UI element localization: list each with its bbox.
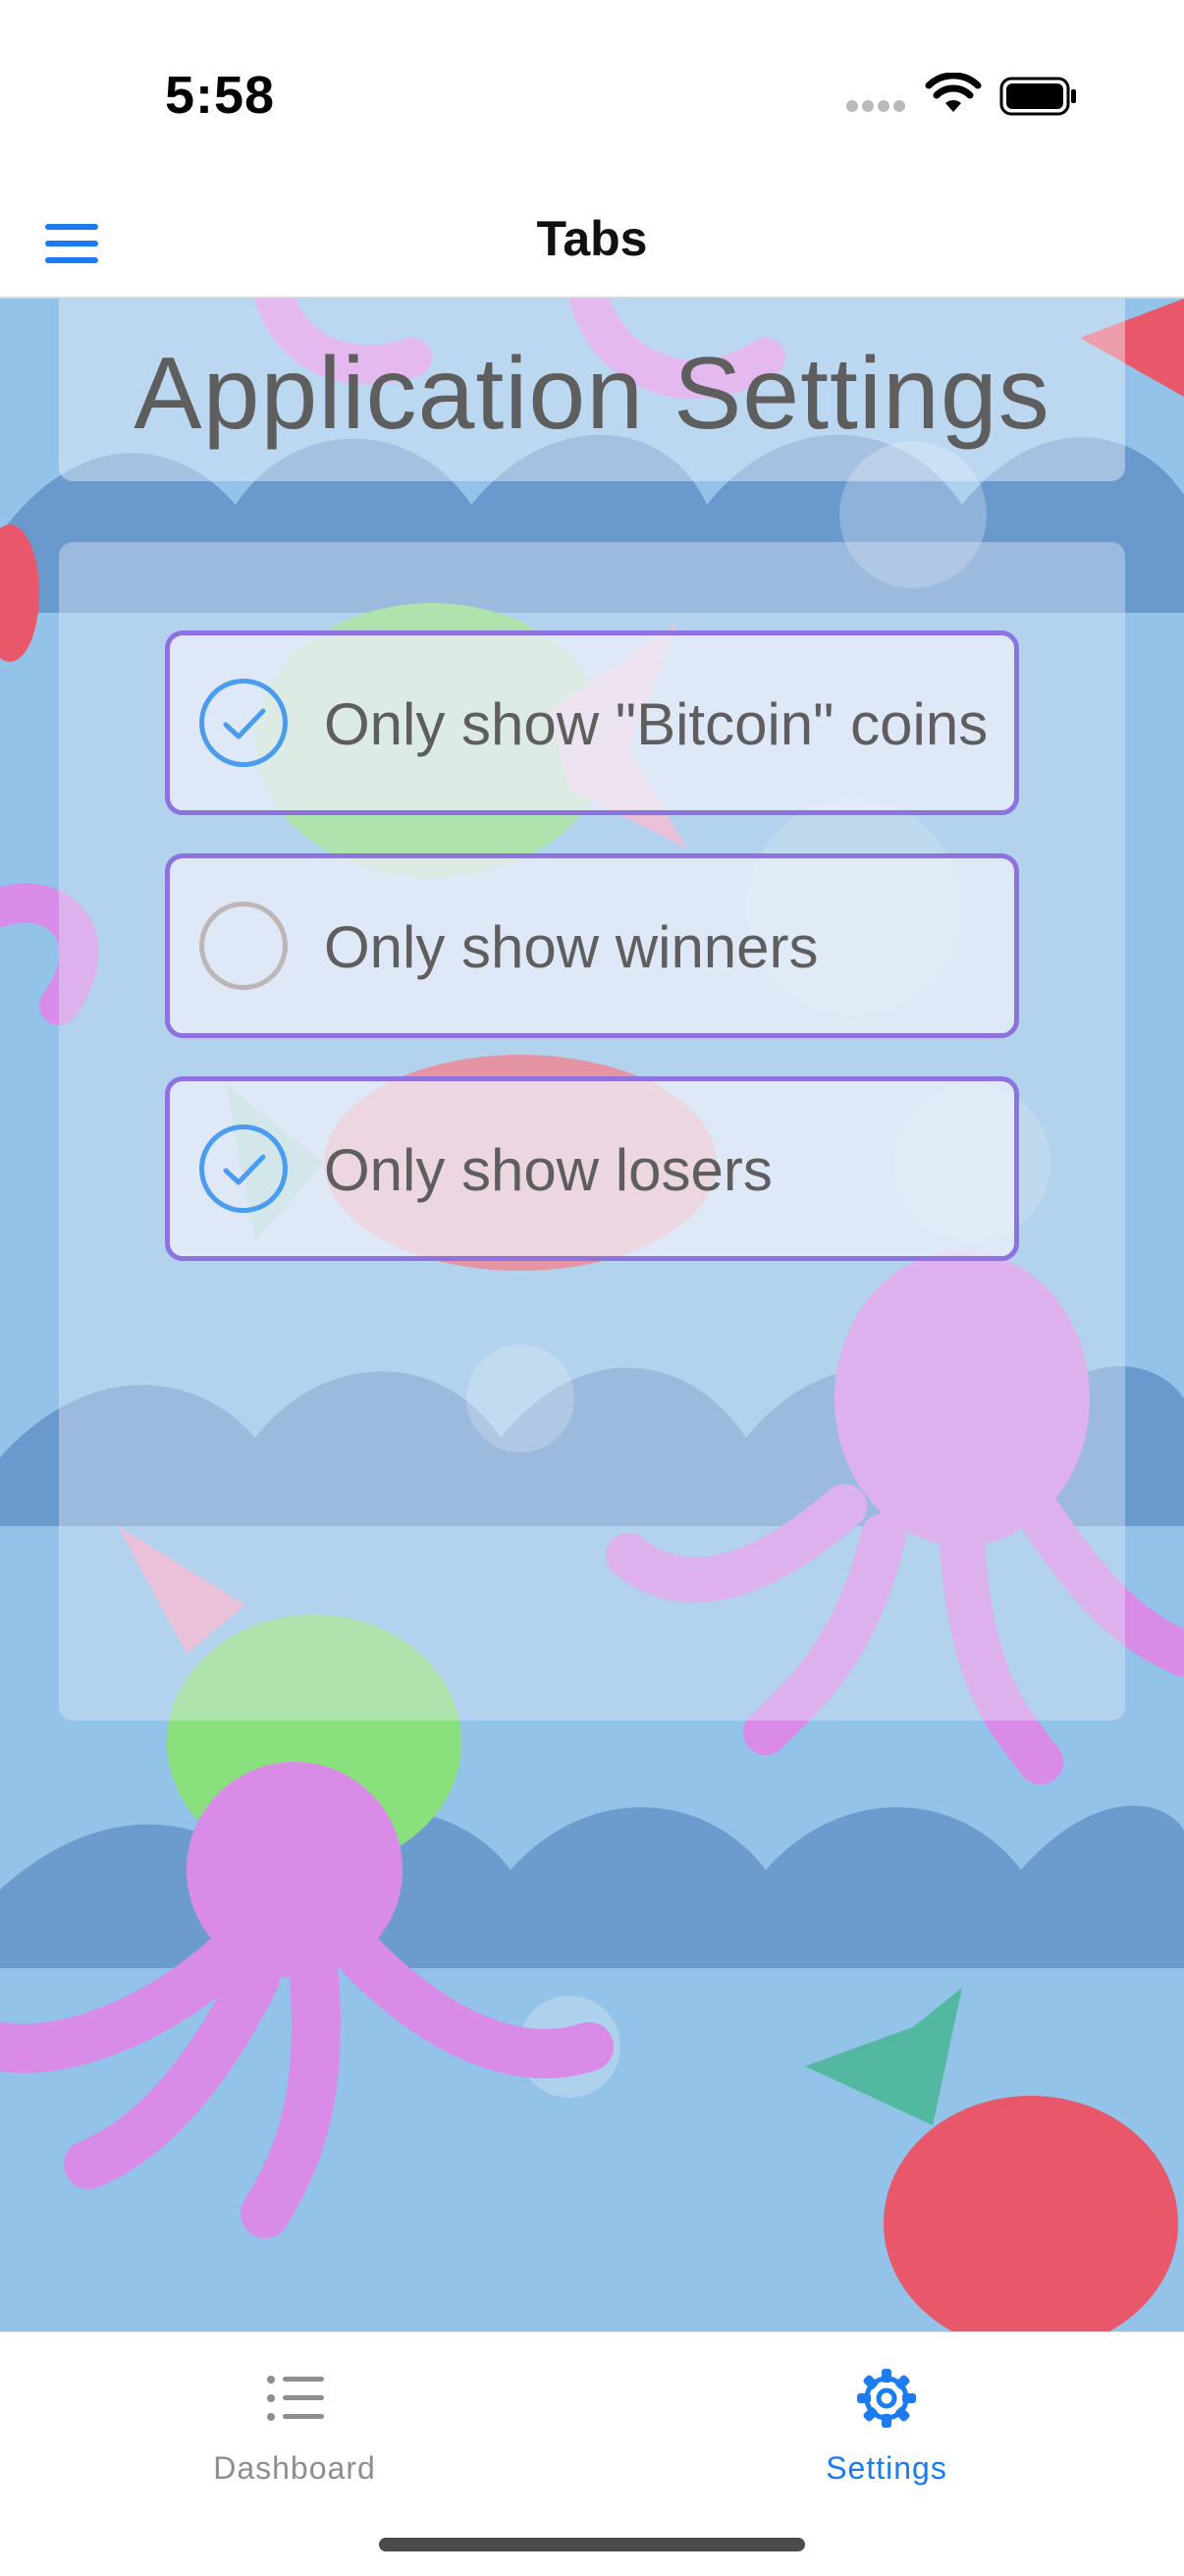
checkbox-checked[interactable] bbox=[199, 679, 288, 767]
checkmark-icon bbox=[223, 1154, 266, 1185]
gear-icon bbox=[857, 2369, 916, 2428]
checkbox-checked[interactable] bbox=[199, 1124, 288, 1213]
list-icon bbox=[267, 2376, 324, 2421]
tab-label: Settings bbox=[826, 2450, 947, 2486]
tab-settings[interactable]: Settings bbox=[739, 2360, 1034, 2488]
title-panel: Application Settings bbox=[59, 299, 1125, 481]
home-indicator[interactable] bbox=[379, 2538, 805, 2551]
settings-screen: Application Settings Only show "Bitcoin"… bbox=[0, 299, 1184, 2331]
page-title: Application Settings bbox=[134, 337, 1050, 451]
option-label: Only show losers bbox=[324, 1137, 773, 1203]
cellular-signal-icon bbox=[846, 100, 907, 114]
option-winners-only[interactable]: Only show winners bbox=[165, 853, 1019, 1038]
option-label: Only show winners bbox=[324, 914, 819, 980]
option-label: Only show "Bitcoin" coins bbox=[324, 691, 989, 757]
status-time: 5:58 bbox=[165, 66, 276, 125]
wifi-icon bbox=[925, 73, 982, 112]
option-bitcoin-only[interactable]: Only show "Bitcoin" coins bbox=[165, 630, 1019, 815]
battery-icon bbox=[999, 77, 1076, 116]
status-bar: 5:58 bbox=[0, 0, 1184, 187]
checkbox-unchecked[interactable] bbox=[199, 902, 288, 990]
option-losers-only[interactable]: Only show losers bbox=[165, 1076, 1019, 1261]
checkmark-icon bbox=[223, 708, 266, 740]
nav-title: Tabs bbox=[536, 211, 648, 266]
navigation-bar: Tabs bbox=[0, 187, 1184, 299]
tab-label: Dashboard bbox=[213, 2450, 376, 2486]
tab-dashboard[interactable]: Dashboard bbox=[147, 2360, 442, 2488]
